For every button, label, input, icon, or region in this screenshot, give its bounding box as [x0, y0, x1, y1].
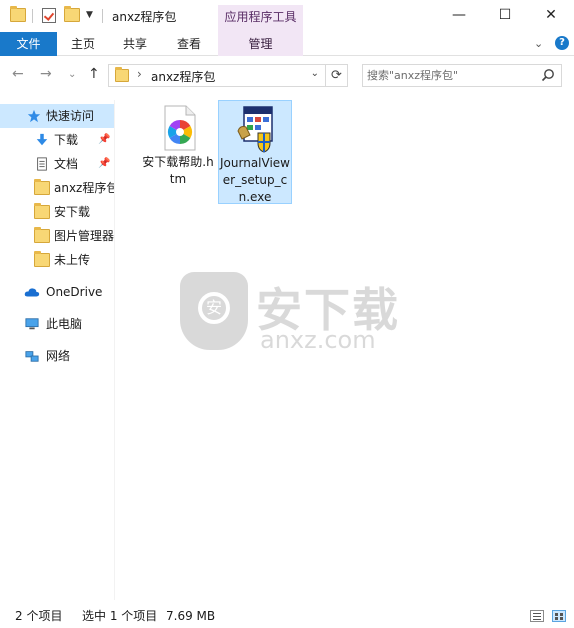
sidebar-item-anxz[interactable]: anxz程序包: [0, 176, 114, 200]
sidebar-item-quick-access[interactable]: 快速访问: [0, 104, 114, 128]
network-icon: [25, 351, 39, 362]
cloud-icon: [24, 288, 40, 297]
address-bar[interactable]: › anxz程序包 ⌄: [108, 64, 326, 87]
pin-icon[interactable]: 📌: [98, 128, 110, 152]
folder-icon: [115, 67, 129, 82]
sidebar-item-not-uploaded[interactable]: 未上传: [0, 248, 114, 272]
sidebar-item-downloads[interactable]: 下载 📌: [0, 128, 114, 152]
maximize-button[interactable]: ☐: [482, 0, 528, 30]
breadcrumb[interactable]: anxz程序包: [151, 68, 215, 85]
window-title: anxz程序包: [112, 10, 177, 24]
tab-manage[interactable]: 管理: [218, 32, 303, 56]
context-tab-group: 应用程序工具: [218, 5, 303, 32]
tab-share[interactable]: 共享: [112, 32, 158, 56]
properties-icon[interactable]: [42, 8, 56, 23]
sidebar-item-label: anxz程序包: [54, 181, 114, 195]
sidebar-item-image-manager[interactable]: 图片管理器: [0, 224, 114, 248]
watermark-url: anxz.com: [260, 326, 376, 354]
star-icon: [27, 109, 41, 123]
search-input[interactable]: [367, 67, 537, 84]
details-view-button[interactable]: [530, 610, 544, 622]
sidebar-item-label: 网络: [46, 349, 71, 363]
divider: [102, 9, 103, 23]
up-arrow-icon[interactable]: ↑: [88, 66, 100, 82]
tab-home[interactable]: 主页: [60, 32, 106, 56]
sidebar-item-label: 安下载: [54, 205, 91, 219]
search-box[interactable]: [362, 64, 562, 87]
file-item[interactable]: 安下载帮助.htm: [142, 100, 216, 204]
expand-ribbon-icon[interactable]: ⌄: [534, 37, 543, 50]
computer-icon: [25, 318, 39, 330]
close-button[interactable]: ✕: [528, 0, 574, 30]
htm-file-icon: [164, 105, 196, 151]
divider: [32, 9, 33, 23]
search-icon[interactable]: [541, 68, 555, 82]
refresh-button[interactable]: ⟳: [326, 64, 348, 87]
file-item[interactable]: JournalViewer_setup_cn.exe: [218, 100, 292, 204]
sidebar-item-label: 文档: [54, 157, 79, 171]
pin-icon[interactable]: 📌: [98, 152, 110, 176]
pane-divider[interactable]: [114, 100, 115, 600]
sidebar-item-label: 下载: [54, 133, 79, 147]
download-icon: [36, 133, 48, 146]
folder-icon: [34, 203, 50, 219]
help-icon[interactable]: ?: [555, 36, 569, 50]
recent-locations-icon[interactable]: ⌄: [68, 69, 76, 80]
folder-icon[interactable]: [10, 6, 26, 22]
shield-icon: 安: [180, 272, 248, 350]
sidebar-item-documents[interactable]: 文档 📌: [0, 152, 114, 176]
tab-view[interactable]: 查看: [166, 32, 212, 56]
status-bar: 2 个项目 选中 1 个项目 7.69 MB: [0, 604, 574, 628]
sidebar-item-label: 此电脑: [46, 317, 83, 331]
folder-icon: [34, 179, 50, 195]
new-folder-icon[interactable]: [64, 6, 80, 22]
title-bar: ▼ anxz程序包 应用程序工具 — ☐ ✕: [0, 0, 574, 32]
watermark-logo: 安 安下载 anxz.com: [180, 272, 400, 354]
forward-arrow-icon[interactable]: →: [40, 66, 52, 82]
sidebar-item-label: 图片管理器: [54, 229, 114, 243]
navigation-bar: ← → ⌄ ↑ › anxz程序包 ⌄ ⟳: [0, 57, 574, 93]
document-icon: [37, 157, 47, 171]
sidebar-item-this-pc[interactable]: 此电脑: [0, 312, 114, 336]
folder-icon: [34, 251, 50, 267]
minimize-button[interactable]: —: [436, 0, 482, 30]
chevron-right-icon[interactable]: ›: [137, 67, 142, 81]
ribbon: 文件 主页 共享 查看 管理 ⌄ ?: [0, 32, 574, 56]
chevron-down-icon[interactable]: ⌄: [311, 68, 319, 79]
sidebar-item-onedrive[interactable]: OneDrive: [0, 280, 114, 304]
large-icons-view-button[interactable]: [552, 610, 566, 622]
item-count: 2 个项目: [15, 609, 63, 623]
back-arrow-icon[interactable]: ←: [12, 66, 24, 82]
selection-count: 选中 1 个项目: [82, 609, 158, 623]
sidebar-item-label: OneDrive: [46, 285, 103, 299]
folder-icon: [34, 227, 50, 243]
customize-toolbar-icon[interactable]: ▼: [86, 10, 93, 20]
file-name: 安下载帮助.htm: [142, 155, 214, 186]
sidebar-item-network[interactable]: 网络: [0, 344, 114, 368]
installer-exe-icon: [237, 106, 273, 153]
tab-file[interactable]: 文件: [0, 32, 57, 56]
file-name: JournalViewer_setup_cn.exe: [220, 156, 290, 204]
sidebar-item-label: 快速访问: [46, 109, 95, 123]
navigation-pane: 快速访问 下载 📌 文档 📌 anxz程序包 安下载 图片管理器 未上传 One…: [0, 100, 114, 600]
sidebar-item-label: 未上传: [54, 253, 91, 267]
sidebar-item-anxiazai[interactable]: 安下载: [0, 200, 114, 224]
selection-size: 7.69 MB: [166, 609, 216, 623]
